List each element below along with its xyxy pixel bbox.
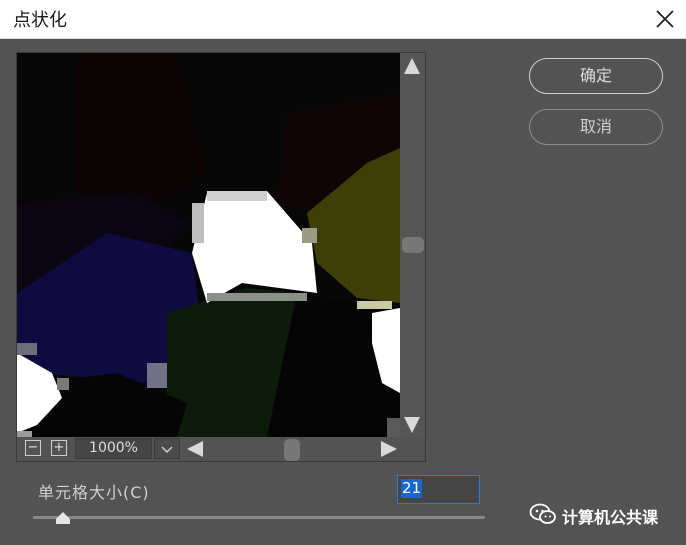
- vertical-scroll-thumb[interactable]: [402, 237, 424, 253]
- scroll-left-arrow-icon[interactable]: [186, 440, 204, 458]
- wechat-icon: [529, 503, 556, 524]
- cell-size-slider[interactable]: [33, 516, 485, 519]
- pointillize-preview-image: [17, 53, 400, 437]
- watermark: 计算机公共课: [529, 503, 658, 527]
- zoom-dropdown-button[interactable]: [154, 438, 180, 459]
- ok-button[interactable]: 确定: [529, 58, 663, 94]
- scroll-down-arrow-icon[interactable]: [403, 416, 421, 434]
- scroll-right-arrow-icon[interactable]: [380, 440, 398, 458]
- cell-size-slider-thumb[interactable]: [56, 512, 70, 524]
- title-bar: 点状化: [0, 0, 686, 39]
- close-icon[interactable]: [650, 4, 680, 34]
- dialog-title: 点状化: [13, 10, 67, 31]
- zoom-in-button[interactable]: +: [51, 440, 67, 456]
- watermark-text: 计算机公共课: [562, 508, 659, 527]
- cancel-button[interactable]: 取消: [529, 109, 663, 145]
- horizontal-scroll-thumb[interactable]: [284, 439, 300, 461]
- zoom-out-button[interactable]: −: [25, 440, 41, 456]
- preview-canvas[interactable]: [17, 53, 400, 437]
- cell-size-label: 单元格大小(C): [38, 483, 150, 502]
- chevron-down-icon: [161, 446, 173, 454]
- zoom-level-field[interactable]: 1000%: [75, 438, 152, 459]
- scroll-up-arrow-icon[interactable]: [403, 57, 421, 75]
- cell-size-value[interactable]: 21: [401, 479, 423, 498]
